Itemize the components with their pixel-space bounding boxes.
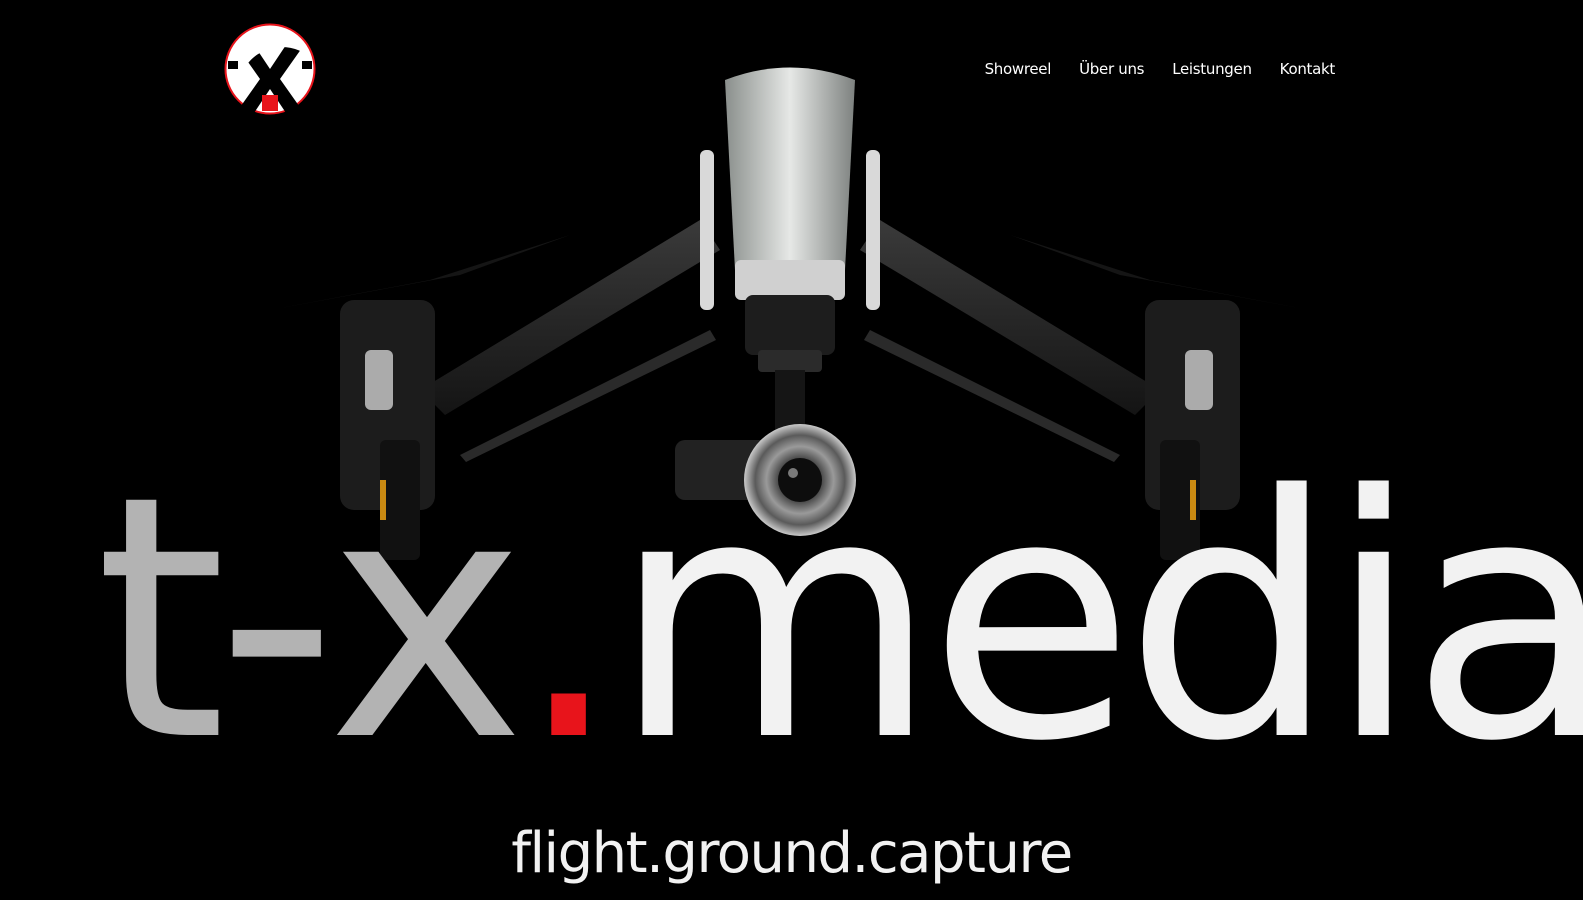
nav-item-leistungen[interactable]: Leistungen — [1172, 60, 1252, 78]
wordmark-red-dot: . — [515, 425, 621, 815]
nav-item-kontakt[interactable]: Kontakt — [1280, 60, 1336, 78]
hero-section: Showreel Über uns Leistungen Kontakt t-x… — [0, 0, 1583, 900]
brand-wordmark: t-x.media — [95, 453, 1583, 788]
main-navigation: Showreel Über uns Leistungen Kontakt — [985, 60, 1336, 78]
nav-item-showreel[interactable]: Showreel — [985, 60, 1052, 78]
wordmark-tx: t-x — [95, 425, 525, 815]
hero-tagline: flight.ground.capture — [511, 821, 1073, 886]
wordmark-media: media — [611, 425, 1583, 815]
nav-item-ueber-uns[interactable]: Über uns — [1079, 60, 1144, 78]
tx-media-logo[interactable] — [224, 23, 316, 115]
